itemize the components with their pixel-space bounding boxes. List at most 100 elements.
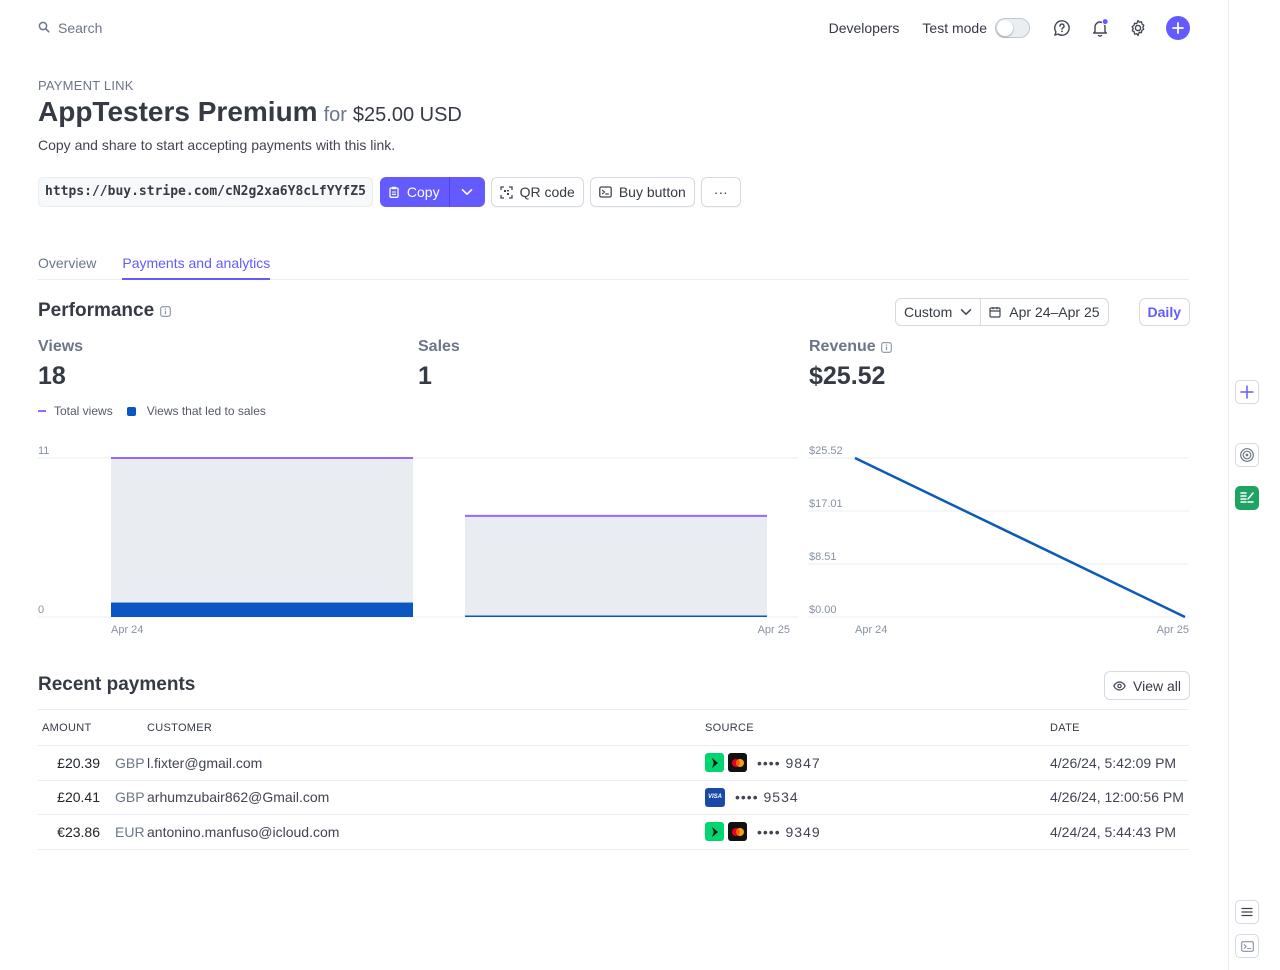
column-header-date[interactable]: DATE bbox=[1050, 709, 1189, 746]
range-preset-select[interactable]: Custom bbox=[896, 299, 980, 325]
legend-swatch-total-views bbox=[38, 410, 46, 412]
card-last4: •••• 9349 bbox=[757, 823, 821, 840]
payment-currency: GBP bbox=[115, 754, 145, 771]
developers-link[interactable]: Developers bbox=[829, 20, 900, 36]
views-chart: 11 0 Apr 24 Apr 25 bbox=[38, 445, 798, 636]
metric-value: 18 bbox=[38, 362, 66, 390]
legend-label: Total views bbox=[54, 404, 113, 418]
top-actions: Developers Test mode bbox=[829, 14, 1190, 42]
test-mode-toggle[interactable] bbox=[995, 18, 1030, 38]
performance-heading: Performance bbox=[38, 300, 172, 322]
recent-payments-table: AMOUNT CUSTOMER SOURCE DATE £20.39 GBP l.… bbox=[38, 709, 1189, 850]
revenue-series-line bbox=[854, 456, 1186, 619]
column-header-amount[interactable]: AMOUNT bbox=[38, 709, 147, 746]
payment-amount: £20.41 bbox=[57, 789, 100, 806]
visa-icon: VISA bbox=[705, 787, 725, 807]
revenue-chart: $0.00 $8.51 $17.01 $25.52 Apr 24 Apr 25 bbox=[808, 445, 1189, 636]
bar-total-views bbox=[465, 515, 767, 617]
mastercard-icon bbox=[728, 822, 747, 842]
spreadsheet-icon bbox=[1240, 492, 1254, 503]
tab-overview[interactable]: Overview bbox=[38, 252, 96, 280]
payment-customer: l.fixter@gmail.com bbox=[147, 745, 705, 781]
metric-sales: Sales 1 bbox=[418, 338, 460, 391]
qr-code-button[interactable]: QR code bbox=[490, 177, 584, 207]
copy-split-button: Copy bbox=[379, 177, 485, 207]
bar-total-views bbox=[111, 458, 413, 617]
info-icon[interactable] bbox=[880, 341, 892, 353]
payment-source: •••• 9349 bbox=[705, 822, 1050, 842]
payment-amount: €23.86 bbox=[57, 823, 100, 840]
console-button[interactable] bbox=[1235, 934, 1259, 958]
buy-button-label: Buy button bbox=[618, 184, 686, 200]
payment-customer: antonino.manfuso@icloud.com bbox=[147, 814, 705, 850]
more-icon: ··· bbox=[713, 184, 728, 200]
metric-value: 1 bbox=[418, 362, 432, 390]
buy-button-button[interactable]: Buy button bbox=[589, 177, 695, 207]
settings-gear-icon[interactable] bbox=[1128, 18, 1148, 38]
menu-button[interactable] bbox=[1235, 900, 1259, 924]
search-input[interactable]: Search bbox=[58, 20, 102, 36]
copy-label: Copy bbox=[406, 184, 440, 200]
payment-link-url[interactable]: https://buy.stripe.com/cN2g2xa6Y8cLfYYfZ… bbox=[38, 177, 373, 207]
link-actions: https://buy.stripe.com/cN2g2xa6Y8cLfYYfZ… bbox=[38, 177, 747, 207]
tab-payments-and-analytics[interactable]: Payments and analytics bbox=[122, 252, 271, 280]
payment-customer: arhumzubair862@Gmail.com bbox=[147, 780, 705, 815]
y-tick-label: $8.51 bbox=[809, 551, 837, 563]
y-tick-label: 11 bbox=[38, 445, 49, 457]
y-tick-label: $0.00 bbox=[809, 604, 837, 616]
payment-currency: GBP bbox=[115, 789, 145, 806]
payment-date: 4/26/24, 5:42:09 PM bbox=[1050, 745, 1189, 781]
performance-title: Performance bbox=[38, 300, 155, 321]
calendar-icon bbox=[989, 307, 1001, 318]
x-tick-label: Apr 25 bbox=[1157, 624, 1189, 636]
more-actions-button[interactable]: ··· bbox=[700, 177, 741, 207]
search-bar[interactable]: Search bbox=[38, 18, 102, 38]
product-name: AppTesters Premium bbox=[38, 96, 318, 127]
page-tabs: Overview Payments and analytics bbox=[38, 252, 1189, 280]
help-icon[interactable] bbox=[1052, 18, 1072, 38]
add-app-button[interactable] bbox=[1235, 380, 1259, 404]
fingerprint-icon bbox=[1240, 448, 1254, 462]
create-new-plus-button[interactable] bbox=[1166, 16, 1190, 40]
payment-source: VISA •••• 9534 bbox=[705, 787, 1050, 807]
page-eyebrow: PAYMENT LINK bbox=[38, 78, 134, 93]
info-icon[interactable] bbox=[160, 305, 172, 317]
date-range-picker: Custom Apr 24–Apr 25 bbox=[895, 298, 1109, 326]
bar-sales-views bbox=[111, 602, 413, 617]
column-header-customer[interactable]: CUSTOMER bbox=[147, 709, 705, 746]
card-last4: •••• 9847 bbox=[757, 754, 821, 771]
metric-revenue: Revenue $25.52 bbox=[809, 338, 892, 391]
interval-daily-button[interactable]: Daily bbox=[1138, 298, 1190, 326]
y-tick-label: 0 bbox=[38, 604, 44, 616]
page-description: Copy and share to start accepting paymen… bbox=[38, 137, 396, 153]
copy-options-dropdown[interactable] bbox=[450, 177, 485, 207]
for-label: for bbox=[323, 104, 347, 126]
view-all-button[interactable]: View all bbox=[1104, 671, 1190, 700]
legend-swatch-sales-views bbox=[126, 406, 136, 416]
x-tick-label: Apr 25 bbox=[758, 624, 790, 636]
link-brand-icon bbox=[705, 753, 724, 773]
metric-value: $25.52 bbox=[809, 362, 886, 390]
table-row[interactable]: £20.39 GBP l.fixter@gmail.com •••• 9847 4… bbox=[38, 745, 1189, 781]
y-tick-label: $17.01 bbox=[809, 498, 843, 510]
payment-date: 4/24/24, 5:44:43 PM bbox=[1050, 814, 1189, 850]
app-icon[interactable] bbox=[1235, 443, 1259, 467]
payment-currency: EUR bbox=[115, 823, 145, 840]
metric-views: Views 18 bbox=[38, 338, 83, 391]
copy-button[interactable]: Copy bbox=[380, 177, 450, 207]
search-icon bbox=[38, 20, 50, 36]
table-row[interactable]: €23.86 EUR antonino.manfuso@icloud.com ••… bbox=[38, 814, 1189, 850]
chevron-down-icon bbox=[960, 309, 972, 315]
payment-amount: £20.39 bbox=[57, 754, 100, 771]
page-title: AppTesters Premium for $25.00 USD bbox=[38, 96, 462, 128]
table-row[interactable]: £20.41 GBP arhumzubair862@Gmail.com VISA … bbox=[38, 780, 1189, 815]
sheets-app-button[interactable] bbox=[1235, 486, 1259, 510]
link-brand-icon bbox=[705, 822, 724, 842]
right-side-rail bbox=[1228, 0, 1280, 970]
qr-scan-icon bbox=[499, 185, 513, 199]
clipboard-icon bbox=[389, 186, 399, 198]
column-header-source[interactable]: SOURCE bbox=[705, 709, 1050, 746]
date-range-button[interactable]: Apr 24–Apr 25 bbox=[980, 299, 1107, 325]
recent-payments-title: Recent payments bbox=[38, 674, 196, 695]
notifications-icon[interactable] bbox=[1090, 18, 1110, 38]
